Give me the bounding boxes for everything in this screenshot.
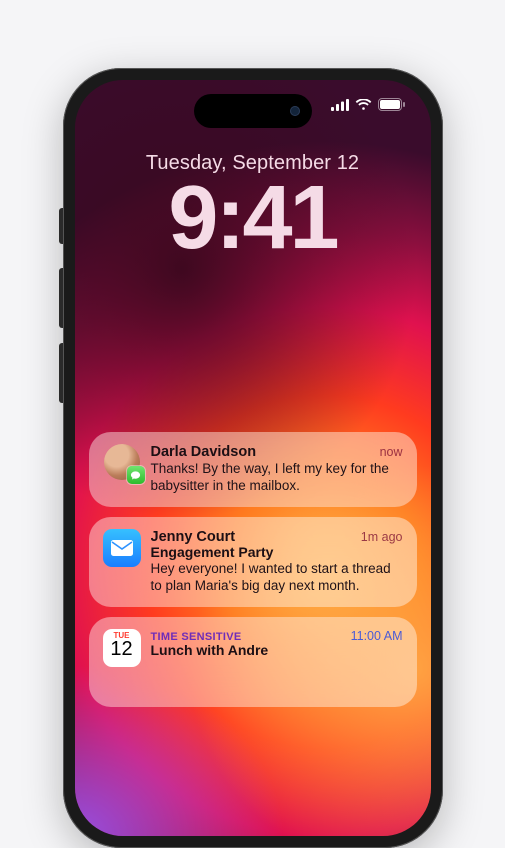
time-sensitive-tag: TIME SENSITIVE	[151, 631, 242, 643]
volume-down-button[interactable]	[59, 343, 63, 403]
notification-body: Hey everyone! I wanted to start a thread…	[151, 561, 403, 595]
notification-list: Darla Davidson now Thanks! By the way, I…	[89, 432, 417, 707]
dynamic-island[interactable]	[194, 94, 312, 128]
notification-mail[interactable]: Jenny Court 1m ago Engagement Party Hey …	[89, 517, 417, 607]
mail-app-icon	[103, 529, 141, 567]
notification-time: 1m ago	[361, 530, 403, 544]
wifi-icon	[355, 99, 372, 111]
notification-body: Thanks! By the way, I left my key for th…	[151, 461, 403, 495]
notification-title: Jenny Court	[151, 529, 353, 545]
lock-screen[interactable]: Tuesday, September 12 9:41 Darla Davidso…	[75, 80, 431, 836]
notification-subtitle: Engagement Party	[151, 544, 403, 560]
datetime: Tuesday, September 12 9:41	[75, 152, 431, 263]
notification-title: Darla Davidson	[151, 444, 372, 460]
notification-title: Lunch with Andre	[151, 642, 403, 658]
notification-messages[interactable]: Darla Davidson now Thanks! By the way, I…	[89, 432, 417, 507]
status-bar	[331, 98, 405, 111]
cellular-icon	[331, 99, 349, 111]
contact-avatar	[103, 444, 141, 480]
notification-time: 11:00 AM	[351, 629, 403, 643]
iphone-frame: Tuesday, September 12 9:41 Darla Davidso…	[63, 68, 443, 848]
calendar-app-icon: TUE 12	[103, 629, 141, 667]
notification-time: now	[380, 445, 403, 459]
notification-calendar[interactable]: TUE 12 TIME SENSITIVE 11:00 AM Lunch wit…	[89, 617, 417, 707]
lock-time: 9:41	[75, 173, 431, 263]
battery-icon	[378, 98, 405, 111]
messages-app-badge-icon	[127, 466, 145, 484]
